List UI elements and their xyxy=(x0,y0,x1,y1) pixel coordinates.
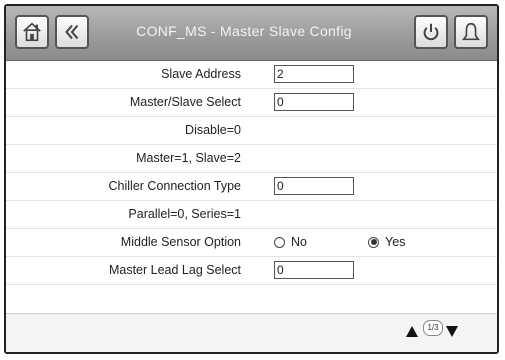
back-chevron-icon xyxy=(65,24,79,40)
row-master-slave-note: Master=1, Slave=2 xyxy=(6,145,497,173)
config-list: Slave Address 2 Master/Slave Select 0 Di… xyxy=(6,61,497,285)
home-icon xyxy=(23,22,41,42)
power-icon xyxy=(423,23,439,41)
row-master-lead-lag-select: Master Lead Lag Select 0 xyxy=(6,257,497,285)
row-master-slave-select: Master/Slave Select 0 xyxy=(6,89,497,117)
chiller-connection-type-label: Chiller Connection Type xyxy=(108,179,241,193)
screen-frame: CONF_MS - Master Slave Config Slave Addr… xyxy=(4,4,499,354)
page-down-icon[interactable] xyxy=(446,326,458,337)
middle-sensor-no-radio[interactable]: No xyxy=(274,235,307,249)
page-up-icon[interactable] xyxy=(406,326,418,337)
middle-sensor-option-label: Middle Sensor Option xyxy=(120,235,241,249)
disable-note-label: Disable=0 xyxy=(185,123,241,137)
row-disable-note: Disable=0 xyxy=(6,117,497,145)
row-middle-sensor-option: Middle Sensor Option No Yes xyxy=(6,229,497,257)
alarm-button[interactable] xyxy=(454,15,488,49)
middle-sensor-yes-radio[interactable]: Yes xyxy=(368,235,405,249)
home-button[interactable] xyxy=(15,15,49,49)
master-slave-note-label: Master=1, Slave=2 xyxy=(136,151,241,165)
middle-sensor-no-label: No xyxy=(291,235,307,249)
header-bar: CONF_MS - Master Slave Config xyxy=(6,6,497,61)
row-slave-address: Slave Address 2 xyxy=(6,61,497,89)
slave-address-label: Slave Address xyxy=(161,67,241,81)
master-slave-select-input[interactable]: 0 xyxy=(274,93,354,111)
page-indicator: 1/3 xyxy=(423,320,443,336)
master-lead-lag-select-input[interactable]: 0 xyxy=(274,261,354,279)
back-button[interactable] xyxy=(55,15,89,49)
radio-unselected-icon xyxy=(274,236,285,248)
chiller-connection-type-input[interactable]: 0 xyxy=(274,177,354,195)
connection-note-label: Parallel=0, Series=1 xyxy=(128,207,241,221)
row-chiller-connection-type: Chiller Connection Type 0 xyxy=(6,173,497,201)
page-title: CONF_MS - Master Slave Config xyxy=(136,23,352,39)
master-lead-lag-select-label: Master Lead Lag Select xyxy=(108,263,241,277)
slave-address-input[interactable]: 2 xyxy=(274,65,354,83)
bell-icon xyxy=(462,22,480,41)
radio-selected-icon xyxy=(368,236,379,248)
row-connection-note: Parallel=0, Series=1 xyxy=(6,201,497,229)
middle-sensor-yes-label: Yes xyxy=(385,235,406,249)
master-slave-select-label: Master/Slave Select xyxy=(129,95,241,109)
power-button[interactable] xyxy=(414,15,448,49)
footer-bar: 1/3 xyxy=(6,313,497,352)
